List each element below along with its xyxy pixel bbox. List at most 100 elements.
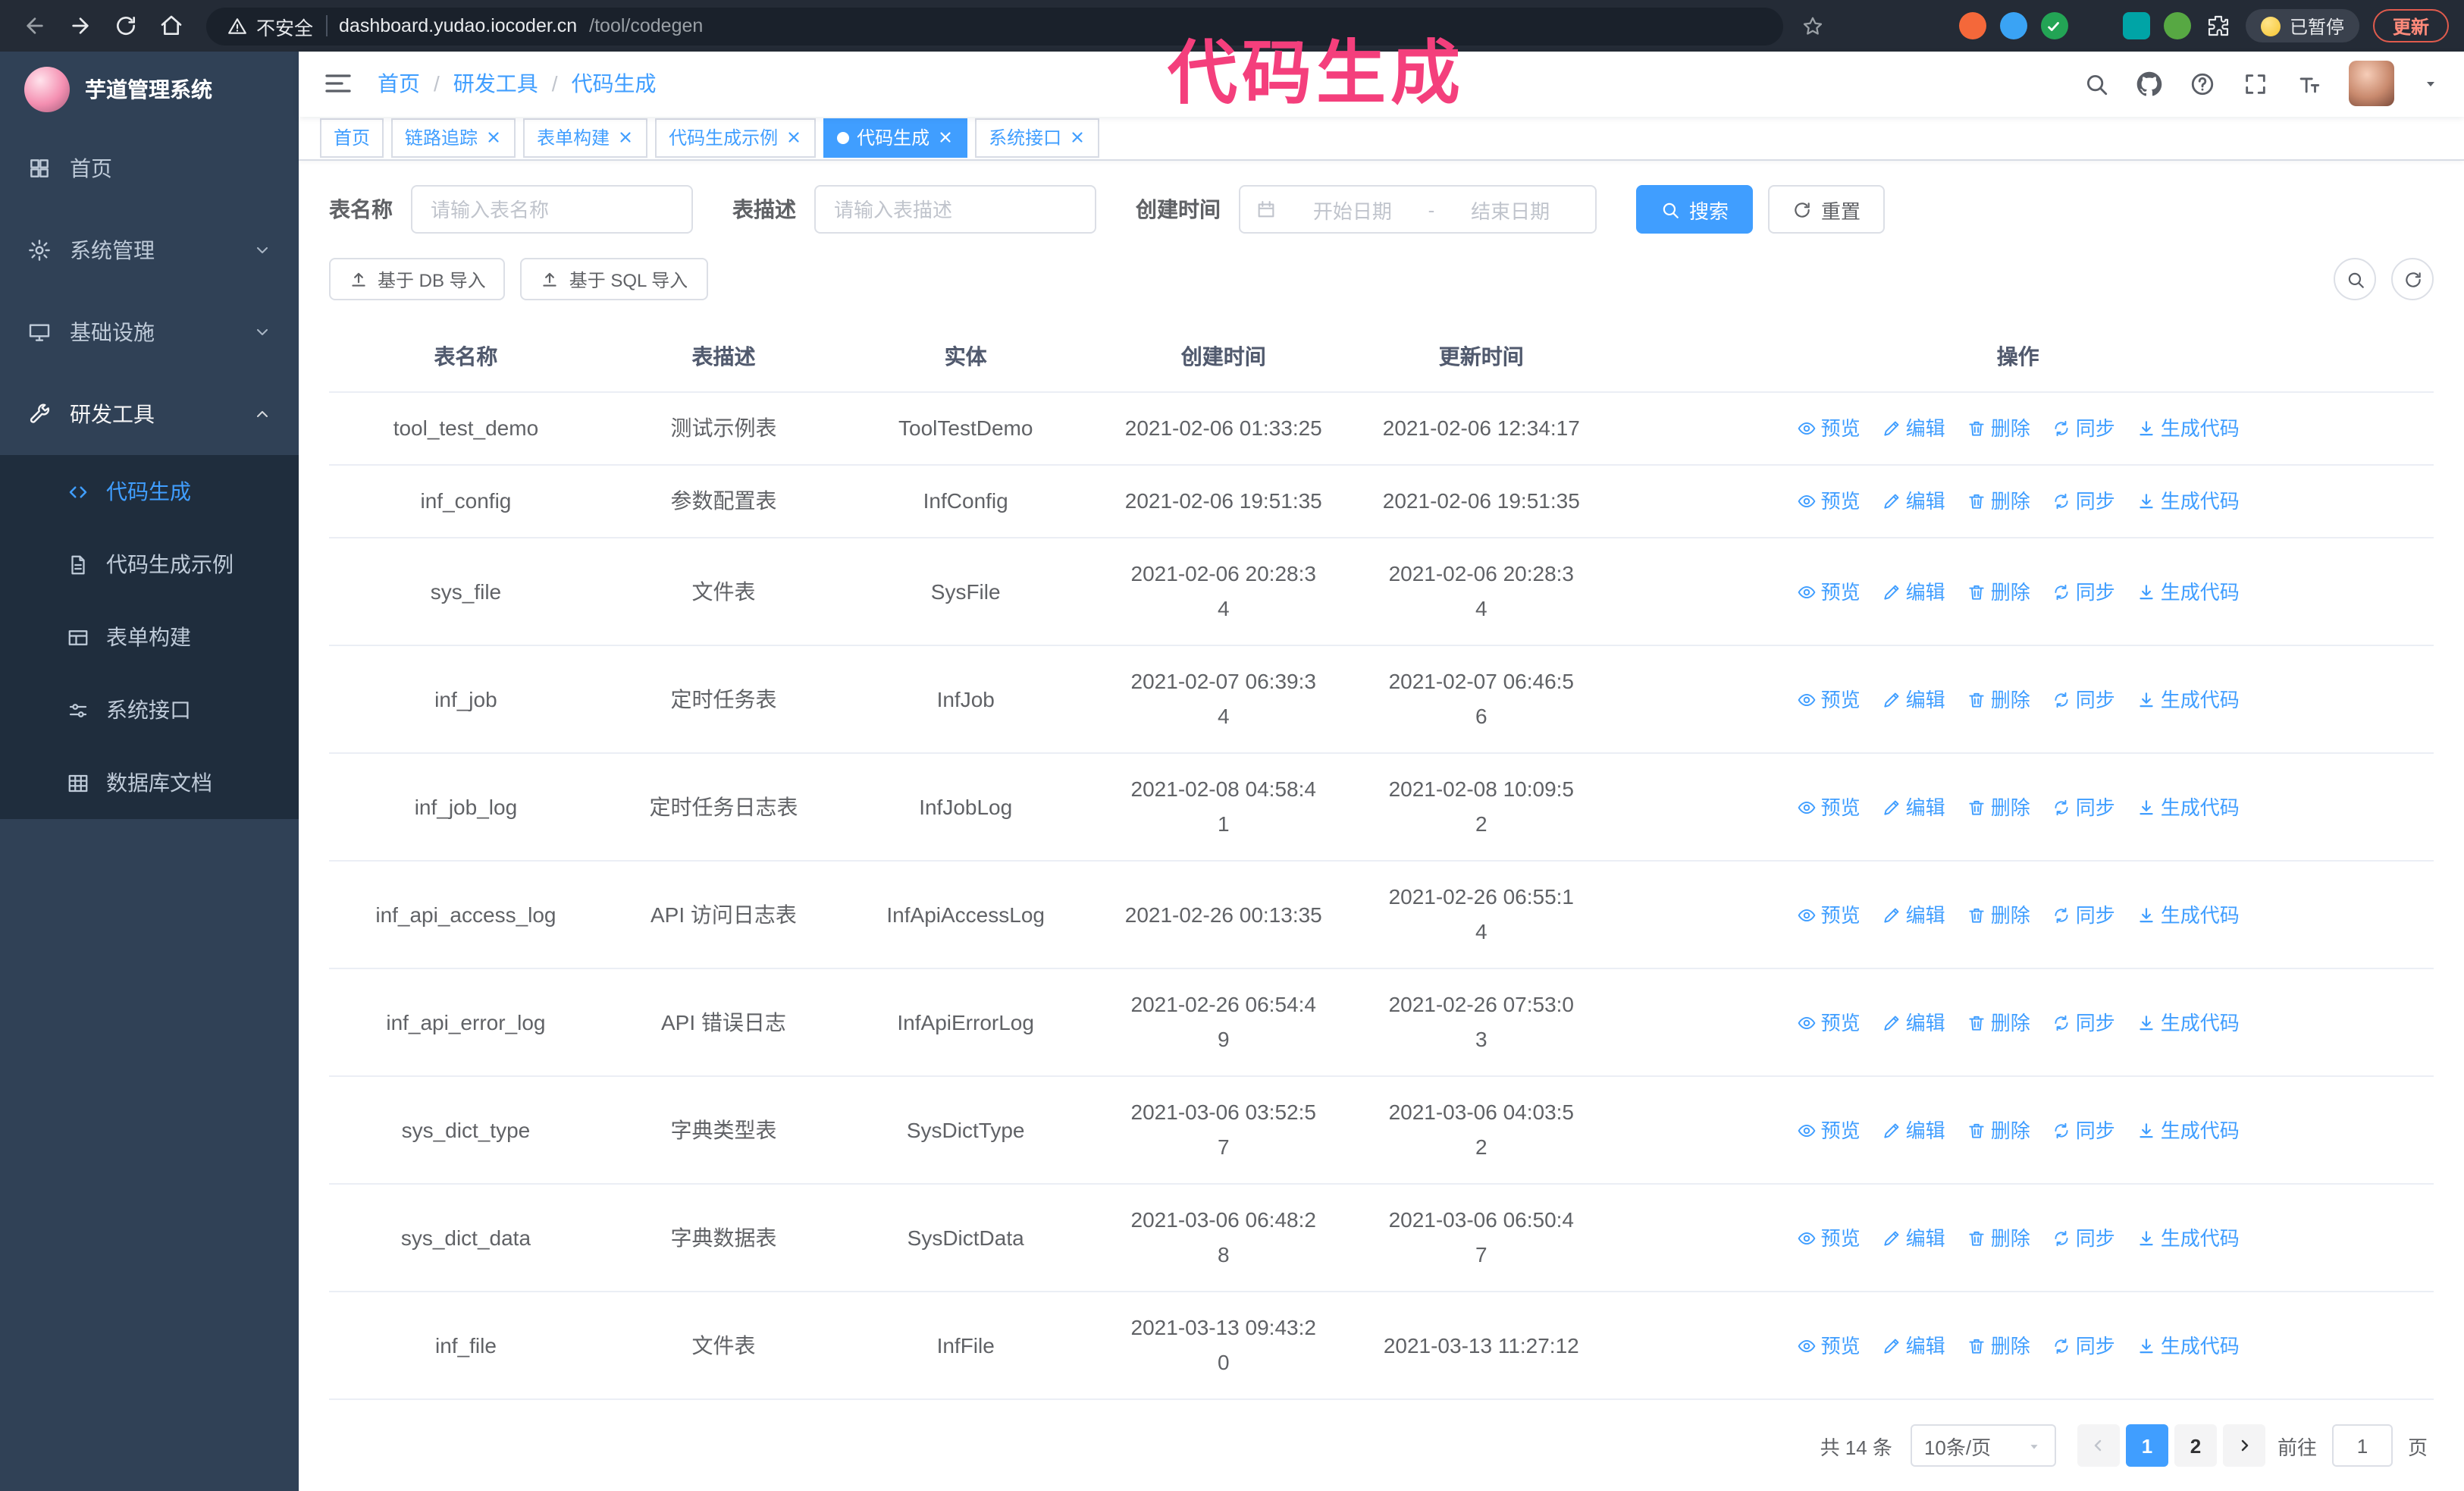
sidebar-subitem-form-builder[interactable]: 表单构建: [0, 601, 299, 673]
generate-code-link[interactable]: 生成代码: [2136, 1220, 2240, 1255]
generate-code-link[interactable]: 生成代码: [2136, 1328, 2240, 1363]
preview-link[interactable]: 预览: [1797, 1113, 1861, 1147]
sync-link[interactable]: 同步: [2052, 682, 2115, 717]
preview-link[interactable]: 预览: [1797, 1328, 1861, 1363]
sync-link[interactable]: 同步: [2052, 1005, 2115, 1040]
delete-link[interactable]: 删除: [1967, 484, 2030, 519]
back-button[interactable]: [15, 6, 55, 46]
generate-code-link[interactable]: 生成代码: [2136, 574, 2240, 609]
generate-code-link[interactable]: 生成代码: [2136, 1113, 2240, 1147]
caret-down-icon[interactable]: [2422, 75, 2440, 93]
sync-link[interactable]: 同步: [2052, 574, 2115, 609]
next-page-button[interactable]: [2222, 1424, 2265, 1467]
page-size-select[interactable]: 10条/页: [1910, 1424, 2056, 1467]
reload-button[interactable]: [106, 6, 146, 46]
font-size-icon[interactable]: [2296, 71, 2321, 97]
delete-link[interactable]: 删除: [1967, 1113, 2030, 1147]
import-db-button[interactable]: 基于 DB 导入: [329, 258, 506, 300]
table-name-input[interactable]: [411, 185, 693, 234]
edit-link[interactable]: 编辑: [1882, 574, 1945, 609]
edit-link[interactable]: 编辑: [1882, 411, 1945, 446]
sidebar-subitem-db-docs[interactable]: 数据库文档: [0, 746, 299, 819]
extension-icon[interactable]: [2163, 12, 2191, 39]
delete-link[interactable]: 删除: [1967, 789, 2030, 824]
address-bar[interactable]: 不安全 dashboard.yudao.iocoder.cn/tool/code…: [206, 7, 1783, 45]
preview-link[interactable]: 预览: [1797, 1220, 1861, 1255]
import-sql-button[interactable]: 基于 SQL 导入: [520, 258, 708, 300]
preview-link[interactable]: 预览: [1797, 789, 1861, 824]
close-icon[interactable]: [1069, 130, 1086, 146]
generate-code-link[interactable]: 生成代码: [2136, 682, 2240, 717]
sidebar-toggle-button[interactable]: [323, 69, 353, 99]
sidebar-subitem-codegen[interactable]: 代码生成: [0, 455, 299, 528]
sidebar-item-infrastructure[interactable]: 基础设施: [0, 291, 299, 373]
preview-link[interactable]: 预览: [1797, 897, 1861, 932]
tab-home[interactable]: 首页: [320, 118, 384, 158]
delete-link[interactable]: 删除: [1967, 1328, 2030, 1363]
extension-icon[interactable]: [2122, 12, 2150, 39]
close-icon[interactable]: [937, 130, 954, 146]
tab-codegen-example[interactable]: 代码生成示例: [655, 118, 817, 158]
search-icon[interactable]: [2083, 71, 2109, 97]
close-icon[interactable]: [785, 130, 802, 146]
generate-code-link[interactable]: 生成代码: [2136, 484, 2240, 519]
fullscreen-icon[interactable]: [2243, 71, 2268, 97]
extension-icon[interactable]: [2082, 12, 2109, 39]
generate-code-link[interactable]: 生成代码: [2136, 789, 2240, 824]
sync-link[interactable]: 同步: [2052, 484, 2115, 519]
create-time-range-picker[interactable]: 开始日期 - 结束日期: [1239, 185, 1597, 234]
forward-button[interactable]: [61, 6, 100, 46]
preview-link[interactable]: 预览: [1797, 411, 1861, 446]
toggle-search-button[interactable]: [2334, 258, 2376, 300]
delete-link[interactable]: 删除: [1967, 574, 2030, 609]
goto-page-input[interactable]: [2331, 1424, 2393, 1467]
delete-link[interactable]: 删除: [1967, 411, 2030, 446]
close-icon[interactable]: [617, 130, 634, 146]
sidebar-item-home[interactable]: 首页: [0, 127, 299, 209]
tab-trace[interactable]: 链路追踪: [391, 118, 516, 158]
sync-link[interactable]: 同步: [2052, 897, 2115, 932]
preview-link[interactable]: 预览: [1797, 484, 1861, 519]
page-button-2[interactable]: 2: [2174, 1424, 2217, 1467]
edit-link[interactable]: 编辑: [1882, 484, 1945, 519]
generate-code-link[interactable]: 生成代码: [2136, 1005, 2240, 1040]
breadcrumb-codegen[interactable]: 代码生成: [572, 69, 657, 99]
bookmark-star-button[interactable]: [1792, 6, 1832, 46]
edit-link[interactable]: 编辑: [1882, 1113, 1945, 1147]
preview-link[interactable]: 预览: [1797, 574, 1861, 609]
tab-system-api[interactable]: 系统接口: [975, 118, 1100, 158]
home-button[interactable]: [152, 6, 191, 46]
extension-icon[interactable]: [1958, 12, 1986, 39]
sidebar-item-system-management[interactable]: 系统管理: [0, 209, 299, 291]
edit-link[interactable]: 编辑: [1882, 1220, 1945, 1255]
update-button[interactable]: 更新: [2372, 9, 2449, 42]
generate-code-link[interactable]: 生成代码: [2136, 411, 2240, 446]
preview-link[interactable]: 预览: [1797, 1005, 1861, 1040]
sync-link[interactable]: 同步: [2052, 411, 2115, 446]
delete-link[interactable]: 删除: [1967, 897, 2030, 932]
page-button-1[interactable]: 1: [2125, 1424, 2168, 1467]
edit-link[interactable]: 编辑: [1882, 1328, 1945, 1363]
logo[interactable]: 芋道管理系统: [0, 52, 299, 127]
help-icon[interactable]: [2190, 71, 2215, 97]
sync-link[interactable]: 同步: [2052, 789, 2115, 824]
sync-link[interactable]: 同步: [2052, 1220, 2115, 1255]
preview-link[interactable]: 预览: [1797, 682, 1861, 717]
table-desc-input[interactable]: [814, 185, 1096, 234]
puzzle-icon[interactable]: [2205, 12, 2232, 39]
security-indicator[interactable]: 不安全: [227, 11, 313, 40]
sidebar-subitem-codegen-example[interactable]: 代码生成示例: [0, 528, 299, 601]
tab-form-builder[interactable]: 表单构建: [523, 118, 648, 158]
tab-codegen[interactable]: 代码生成: [823, 118, 968, 158]
refresh-table-button[interactable]: [2391, 258, 2434, 300]
generate-code-link[interactable]: 生成代码: [2136, 897, 2240, 932]
extension-icon[interactable]: [2040, 12, 2068, 39]
extension-icon[interactable]: [1999, 12, 2027, 39]
sync-link[interactable]: 同步: [2052, 1113, 2115, 1147]
sidebar-item-dev-tools[interactable]: 研发工具: [0, 373, 299, 455]
edit-link[interactable]: 编辑: [1882, 897, 1945, 932]
delete-link[interactable]: 删除: [1967, 1005, 2030, 1040]
edit-link[interactable]: 编辑: [1882, 682, 1945, 717]
paused-badge[interactable]: 已暂停: [2245, 9, 2359, 42]
sidebar-subitem-system-api[interactable]: 系统接口: [0, 673, 299, 746]
